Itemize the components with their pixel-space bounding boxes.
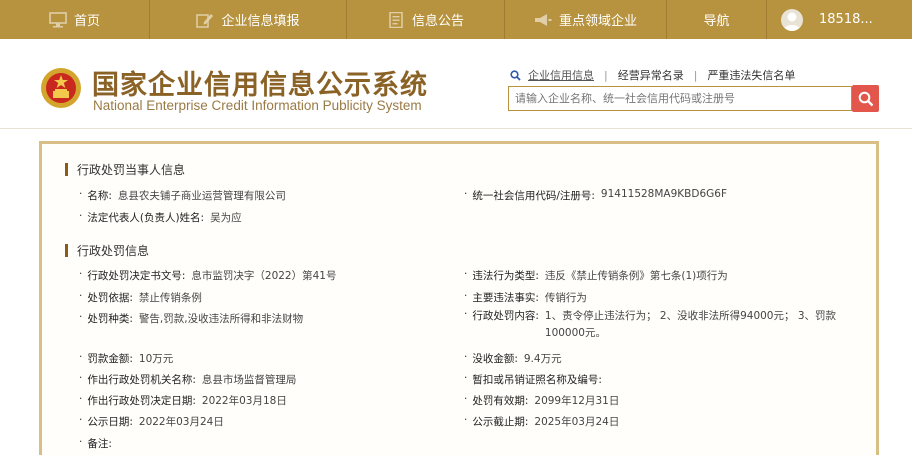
tab-divider: | <box>693 68 698 82</box>
field-decision-number: · 行政处罚决定书文号: 息市监罚决字（2022）第41号 <box>79 268 337 282</box>
nav-guide[interactable]: 导航 <box>667 0 767 39</box>
field-value: 2022年03月24日 <box>138 416 224 428</box>
field-value: 传销行为 <box>544 292 587 304</box>
field-decision-date: · 作出行政处罚决定日期: 2022年03月18日 <box>79 393 287 407</box>
field-label: 行政处罚决定书文号: <box>87 270 186 282</box>
search-tabs: 企业信用信息 | 经营异常名录 | 严重违法失信名单 <box>510 67 805 83</box>
field-basis: · 处罚依据: 禁止传销条例 <box>79 290 202 304</box>
field-label: 处罚依据: <box>87 292 133 304</box>
section-penalty-info: 行政处罚信息 <box>65 242 149 259</box>
field-validity: · 处罚有效期: 2099年12月31日 <box>464 393 620 407</box>
field-label: 处罚种类: <box>87 313 133 325</box>
monitor-icon <box>49 11 67 28</box>
field-label: 公示日期: <box>87 416 133 428</box>
field-value: 9.4万元 <box>523 353 562 365</box>
megaphone-icon <box>534 12 552 28</box>
section-marker <box>65 244 68 257</box>
field-value: 2025年03月24日 <box>534 416 620 428</box>
site-subtitle: National Enterprise Credit Information P… <box>93 98 422 113</box>
nav-enterprise-report[interactable]: 企业信息填报 <box>150 0 347 39</box>
field-label: 备注: <box>87 438 112 450</box>
field-label: 违法行为类型: <box>472 270 539 282</box>
search-icon <box>510 69 521 81</box>
field-value: 息县市场监督管理局 <box>201 374 297 386</box>
nav-enterprise-report-label: 企业信息填报 <box>221 14 300 29</box>
field-legal-rep: · 法定代表人(负责人)姓名: 吴为应 <box>79 210 242 224</box>
tab-divider: | <box>604 68 608 82</box>
field-label: 暂扣或吊销证照名称及编号: <box>472 374 602 386</box>
edit-icon <box>196 12 214 28</box>
field-name: · 名称: 息县农夫铺子商业运营管理有限公司 <box>79 188 286 202</box>
user-menu[interactable]: 18518... <box>767 0 912 39</box>
field-label: 行政处罚内容: <box>472 310 539 322</box>
field-remarks: · 备注: <box>79 436 112 450</box>
user-phone: 18518... <box>819 12 873 27</box>
field-label: 公示截止期: <box>472 416 529 428</box>
field-value: 1、责令停止违法行为； 2、没收非法所得94000元； 3、罚款100000元。 <box>544 310 837 339</box>
field-value: 禁止传销条例 <box>138 292 202 304</box>
field-fine-amount: · 罚款金额: 10万元 <box>79 351 174 365</box>
field-value: 2099年12月31日 <box>534 395 620 407</box>
tab-abnormal-list[interactable]: 经营异常名录 <box>618 67 684 83</box>
field-value: 吴为应 <box>210 212 242 224</box>
field-value: 警告,罚款,没收违法所得和非法财物 <box>138 313 304 325</box>
section-marker <box>65 163 68 176</box>
site-header: 国家企业信用信息公示系统 National Enterprise Credit … <box>0 39 912 129</box>
field-label: 处罚有效期: <box>472 395 529 407</box>
tab-dishonest-list[interactable]: 严重违法失信名单 <box>707 67 795 83</box>
field-label: 作出行政处罚机关名称: <box>87 374 196 386</box>
field-label: 罚款金额: <box>87 353 133 365</box>
national-emblem-icon <box>40 67 82 109</box>
section-title: 行政处罚当事人信息 <box>77 163 186 177</box>
section-party-info: 行政处罚当事人信息 <box>65 161 185 178</box>
field-authority: · 作出行政处罚机关名称: 息县市场监督管理局 <box>79 372 297 386</box>
nav-announcements-label: 信息公告 <box>411 14 464 29</box>
site-title: 国家企业信用信息公示系统 <box>92 70 428 101</box>
field-label: 没收金额: <box>472 353 518 365</box>
field-label: 主要违法事实: <box>472 292 539 304</box>
field-publicity-end: · 公示截止期: 2025年03月24日 <box>464 414 620 428</box>
field-value: 息市监罚决字（2022）第41号 <box>191 270 337 282</box>
field-label: 法定代表人(负责人)姓名: <box>87 212 205 224</box>
field-penalty-kind: · 处罚种类: 警告,罚款,没收违法所得和非法财物 <box>79 311 304 325</box>
field-credit-code: · 统一社会信用代码/注册号: 91411528MA9KBD6G6F <box>464 188 727 202</box>
search-input[interactable] <box>508 86 852 111</box>
search-button[interactable] <box>852 85 879 112</box>
nav-key-sectors[interactable]: 重点领域企业 <box>505 0 667 39</box>
nav-guide-label: 导航 <box>703 14 730 29</box>
field-label: 作出行政处罚决定日期: <box>87 395 196 407</box>
field-confiscated-amount: · 没收金额: 9.4万元 <box>464 351 562 365</box>
search-icon <box>858 91 873 106</box>
top-nav: 首页 企业信息填报 信息公告 重点领域企业 导航 18518... <box>0 0 912 39</box>
penalty-detail-card: 行政处罚当事人信息 · 名称: 息县农夫铺子商业运营管理有限公司 · 统一社会信用代码… <box>39 141 879 455</box>
field-publicity-date: · 公示日期: 2022年03月24日 <box>79 414 224 428</box>
field-main-facts: · 主要违法事实: 传销行为 <box>464 290 587 304</box>
nav-home-label: 首页 <box>73 14 100 29</box>
field-value: 10万元 <box>138 353 174 365</box>
avatar <box>781 8 803 31</box>
field-penalty-content: · 行政处罚内容: 1、责令停止违法行为； 2、没收非法所得94000元； 3、罚款… <box>464 308 845 342</box>
nav-announcements[interactable]: 信息公告 <box>347 0 505 39</box>
nav-key-sectors-label: 重点领域企业 <box>558 14 637 29</box>
field-label: 名称: <box>87 190 112 202</box>
nav-home[interactable]: 首页 <box>0 0 150 39</box>
field-label: 统一社会信用代码/注册号: <box>472 190 595 202</box>
section-title: 行政处罚信息 <box>77 244 150 258</box>
field-value: 息县农夫铺子商业运营管理有限公司 <box>117 190 286 202</box>
field-license-revoked: · 暂扣或吊销证照名称及编号: <box>464 372 602 386</box>
field-value: 2022年03月18日 <box>201 395 287 407</box>
document-icon <box>387 11 405 28</box>
field-value: 91411528MA9KBD6G6F <box>600 188 727 200</box>
field-value: 违反《禁止传销条例》第七条(1)项行为 <box>544 270 728 282</box>
tab-enterprise-credit[interactable]: 企业信用信息 <box>528 67 594 83</box>
field-violation-type: · 违法行为类型: 违反《禁止传销条例》第七条(1)项行为 <box>464 268 728 282</box>
